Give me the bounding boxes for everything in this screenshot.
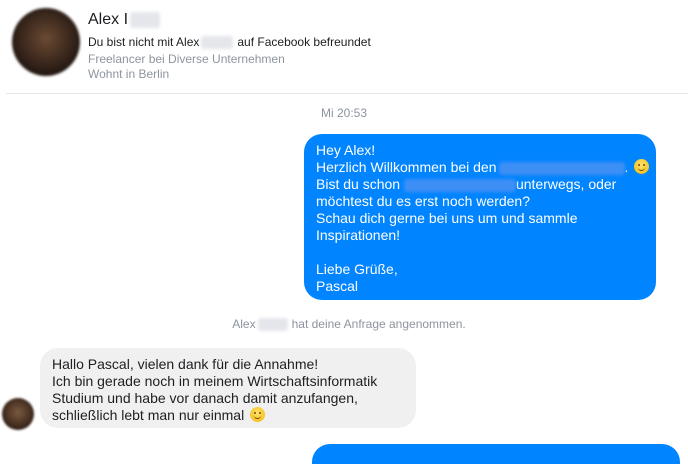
message-text: unterwegs, oder: [515, 176, 617, 192]
contact-location: Wohnt in Berlin: [88, 67, 170, 81]
message-line: Schau dich gerne bei uns um und sammle: [316, 210, 578, 226]
message-line: schließlich lebt man nur einmal: [52, 407, 404, 424]
friendship-suffix: auf Facebook befreundet: [237, 35, 371, 49]
message-text: Herzlich Willkommen bei den: [316, 159, 497, 175]
redacted-name: [130, 11, 161, 28]
incoming-message[interactable]: Hallo Pascal, vielen dank für die Annahm…: [40, 348, 416, 428]
message-line: Studium und habe vor danach damit anzufa…: [52, 390, 358, 406]
message-line: Hey Alex!: [316, 142, 376, 158]
friendship-status: Du bist nicht mit Alex auf Facebook befre…: [88, 35, 371, 50]
message-line: Inspirationen!: [316, 227, 401, 243]
message-line: Ich bin gerade noch in meinem Wirtschaft…: [52, 373, 378, 389]
message-text: .: [624, 159, 629, 175]
friendship-prefix: Du bist nicht mit Alex: [88, 35, 200, 49]
redacted-text: [403, 178, 516, 192]
outgoing-message-partial[interactable]: [312, 444, 680, 464]
message-line: Hallo Pascal, vielen dank für die Annahm…: [52, 356, 319, 372]
contact-avatar[interactable]: [12, 8, 80, 76]
sender-avatar[interactable]: [2, 398, 34, 430]
conversation-header: Alex I Du bist nicht mit Alex auf Faceboo…: [0, 0, 688, 93]
contact-name-text: Alex I: [88, 11, 129, 28]
redacted-name: [201, 36, 234, 50]
message-line: Bist du schon unterwegs, oder: [316, 176, 644, 193]
redacted-name: [257, 318, 288, 332]
contact-name[interactable]: Alex I: [88, 11, 161, 29]
request-accepted-notice: Alex hat deine Anfrage angenommen.: [0, 317, 688, 332]
smile-emoji-icon: [250, 407, 266, 422]
message-line: möchtest du es erst noch werden?: [316, 193, 531, 209]
contact-job: Freelancer bei Diverse Unternehmen: [88, 52, 285, 66]
message-timestamp: Mi 20:53: [320, 106, 368, 120]
notice-text: Alex: [232, 317, 256, 331]
message-text: Bist du schon: [316, 176, 401, 192]
outgoing-message[interactable]: Hey Alex! Herzlich Willkommen bei den. B…: [304, 134, 656, 300]
smile-emoji-icon: [634, 159, 650, 174]
message-line: Herzlich Willkommen bei den.: [316, 159, 650, 176]
notice-text: hat deine Anfrage angenommen.: [291, 317, 466, 331]
header-divider: [6, 93, 688, 94]
message-line: Pascal: [316, 278, 359, 294]
redacted-text: [498, 161, 625, 175]
message-text: schließlich lebt man nur einmal: [52, 407, 245, 423]
message-line: Liebe Grüße,: [316, 261, 398, 277]
